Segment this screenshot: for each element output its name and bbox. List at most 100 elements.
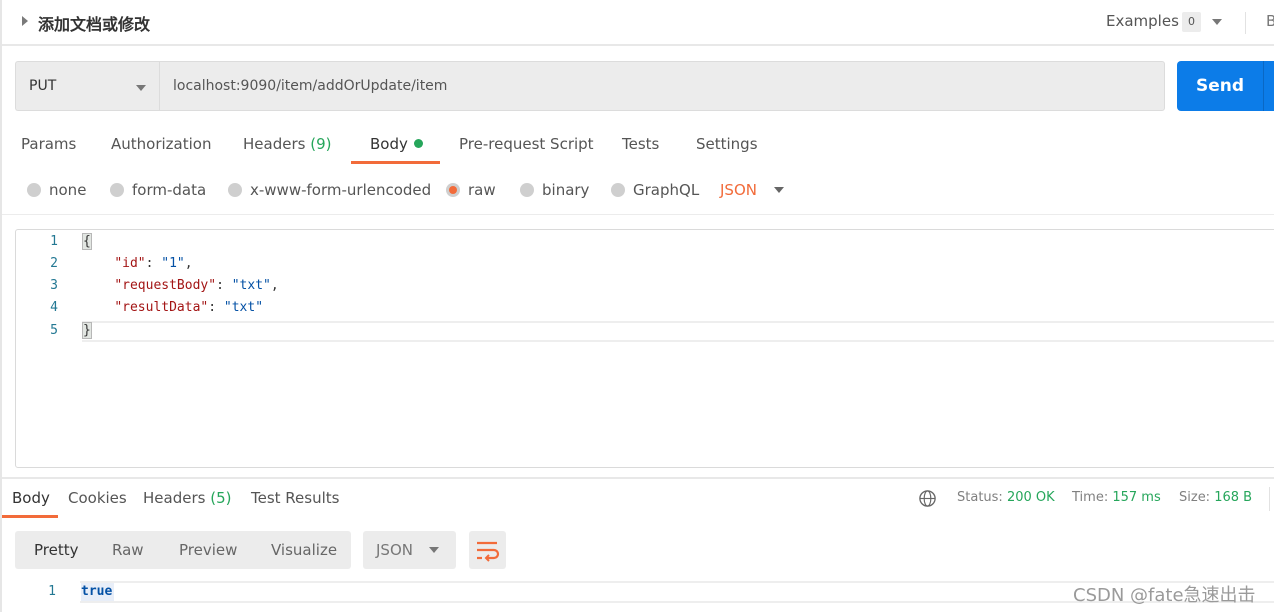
code-line: 1 {	[16, 231, 1274, 253]
response-headers-count: (5)	[210, 489, 232, 507]
chevron-down-icon[interactable]	[774, 187, 784, 193]
tab-headers-label: Headers	[243, 135, 306, 153]
tab-headers[interactable]: Headers (9)	[243, 135, 331, 153]
examples-dropdown-icon[interactable]	[1212, 19, 1222, 25]
view-pretty[interactable]: Pretty	[34, 541, 79, 559]
divider	[2, 214, 1274, 215]
punct: ,	[184, 256, 193, 271]
radio-label: x-www-form-urlencoded	[250, 181, 432, 199]
tab-pre-request-script[interactable]: Pre-request Script	[459, 135, 594, 153]
radio-label: GraphQL	[633, 181, 700, 199]
active-tab-indicator	[351, 161, 440, 164]
tab-body-label: Body	[370, 135, 408, 153]
radio-graphql[interactable]: GraphQL	[611, 181, 699, 199]
examples-count-badge: 0	[1182, 12, 1201, 32]
tab-tests[interactable]: Tests	[622, 135, 659, 153]
view-preview[interactable]: Preview	[179, 541, 237, 559]
active-response-tab-indicator	[2, 515, 58, 518]
send-button[interactable]: Send	[1177, 61, 1274, 111]
request-name[interactable]: 添加文档或修改	[38, 11, 150, 35]
body-indicator-dot	[413, 139, 423, 148]
line-number: 4	[50, 300, 58, 315]
radio-none[interactable]: none	[27, 181, 86, 199]
code-line: 3 "requestBody": "txt",	[16, 275, 1274, 297]
code-line: 5 }	[16, 320, 1274, 342]
send-dropdown-divider	[1263, 61, 1264, 111]
punct: ,	[270, 278, 279, 293]
view-visualize[interactable]: Visualize	[271, 541, 337, 559]
radio-form-data[interactable]: form-data	[110, 181, 206, 199]
tab-body[interactable]: Body	[370, 135, 423, 153]
chevron-down-icon	[136, 85, 146, 91]
response-status: Status: 200 OK	[957, 490, 1055, 505]
tab-settings[interactable]: Settings	[696, 135, 758, 153]
json-key: "requestBody"	[114, 278, 217, 293]
json-key: "resultData"	[114, 300, 209, 315]
body-format-select[interactable]: JSON	[720, 181, 757, 199]
line-number: 5	[50, 323, 58, 338]
json-value: "1"	[161, 256, 185, 271]
url-value: localhost:9090/item/addOrUpdate/item	[173, 78, 448, 94]
size-label: Size:	[1179, 490, 1211, 505]
response-format-value: JSON	[376, 541, 413, 559]
request-title-bar: 添加文档或修改 Examples 0 B	[2, 0, 1274, 46]
response-format-select[interactable]: JSON	[363, 531, 456, 569]
line-number: 3	[50, 278, 58, 293]
watermark: CSDN @fate急速出击	[1073, 585, 1256, 606]
response-tab-headers-label: Headers	[143, 489, 206, 507]
response-tab-test-results[interactable]: Test Results	[251, 489, 339, 507]
view-raw[interactable]: Raw	[112, 541, 144, 559]
expand-caret-icon[interactable]	[22, 16, 28, 26]
close-brace: }	[82, 322, 92, 339]
response-tab-cookies[interactable]: Cookies	[68, 489, 127, 507]
tab-authorization[interactable]: Authorization	[111, 135, 211, 153]
radio-icon	[228, 183, 242, 197]
status-label: Status:	[957, 490, 1003, 505]
response-tab-body[interactable]: Body	[12, 489, 50, 507]
line-number: 1	[50, 234, 58, 249]
globe-icon[interactable]	[918, 489, 937, 508]
wrap-lines-button[interactable]	[469, 531, 506, 569]
size-value[interactable]: 168 B	[1214, 490, 1252, 505]
chevron-down-icon	[429, 547, 439, 553]
line-number: 2	[50, 256, 58, 271]
truncated-button[interactable]: B	[1266, 12, 1274, 30]
headers-count: (9)	[310, 135, 332, 153]
json-value: "txt"	[231, 278, 271, 293]
radio-x-www-form-urlencoded[interactable]: x-www-form-urlencoded	[228, 181, 431, 199]
time-label: Time:	[1072, 490, 1109, 505]
divider	[2, 477, 1274, 479]
radio-icon	[27, 183, 41, 197]
time-value[interactable]: 157 ms	[1112, 490, 1160, 505]
radio-icon	[110, 183, 124, 197]
status-value[interactable]: 200 OK	[1007, 490, 1055, 505]
radio-label: form-data	[132, 181, 207, 199]
response-tab-headers[interactable]: Headers (5)	[143, 489, 231, 507]
json-value: "txt"	[223, 300, 264, 315]
response-time: Time: 157 ms	[1072, 490, 1161, 505]
code-line: 2 "id": "1",	[16, 253, 1274, 275]
response-view-mode-group: Pretty Raw Preview Visualize	[15, 531, 351, 569]
radio-icon	[520, 183, 534, 197]
radio-binary[interactable]: binary	[520, 181, 589, 199]
radio-label: raw	[468, 181, 496, 199]
wrap-lines-icon	[477, 541, 500, 562]
radio-icon	[611, 183, 625, 197]
divider	[1269, 487, 1270, 511]
divider	[1245, 12, 1246, 34]
response-body-value[interactable]: true	[81, 583, 115, 601]
code-line: 4 "resultData": "txt"	[16, 297, 1274, 319]
line-number: 1	[48, 584, 56, 599]
radio-raw[interactable]: raw	[446, 181, 496, 199]
url-input[interactable]: localhost:9090/item/addOrUpdate/item	[159, 61, 1165, 111]
radio-label: none	[49, 181, 87, 199]
request-body-editor[interactable]: 1 { 2 "id": "1", 3 "requestBody": "txt",…	[15, 229, 1274, 468]
tab-params[interactable]: Params	[21, 135, 76, 153]
radio-label: binary	[542, 181, 590, 199]
method-value: PUT	[29, 78, 57, 94]
radio-selected-icon	[446, 183, 460, 197]
json-key: "id"	[114, 256, 146, 271]
examples-button[interactable]: Examples	[1106, 12, 1179, 30]
method-select[interactable]: PUT	[15, 61, 159, 111]
open-brace: {	[82, 233, 92, 250]
